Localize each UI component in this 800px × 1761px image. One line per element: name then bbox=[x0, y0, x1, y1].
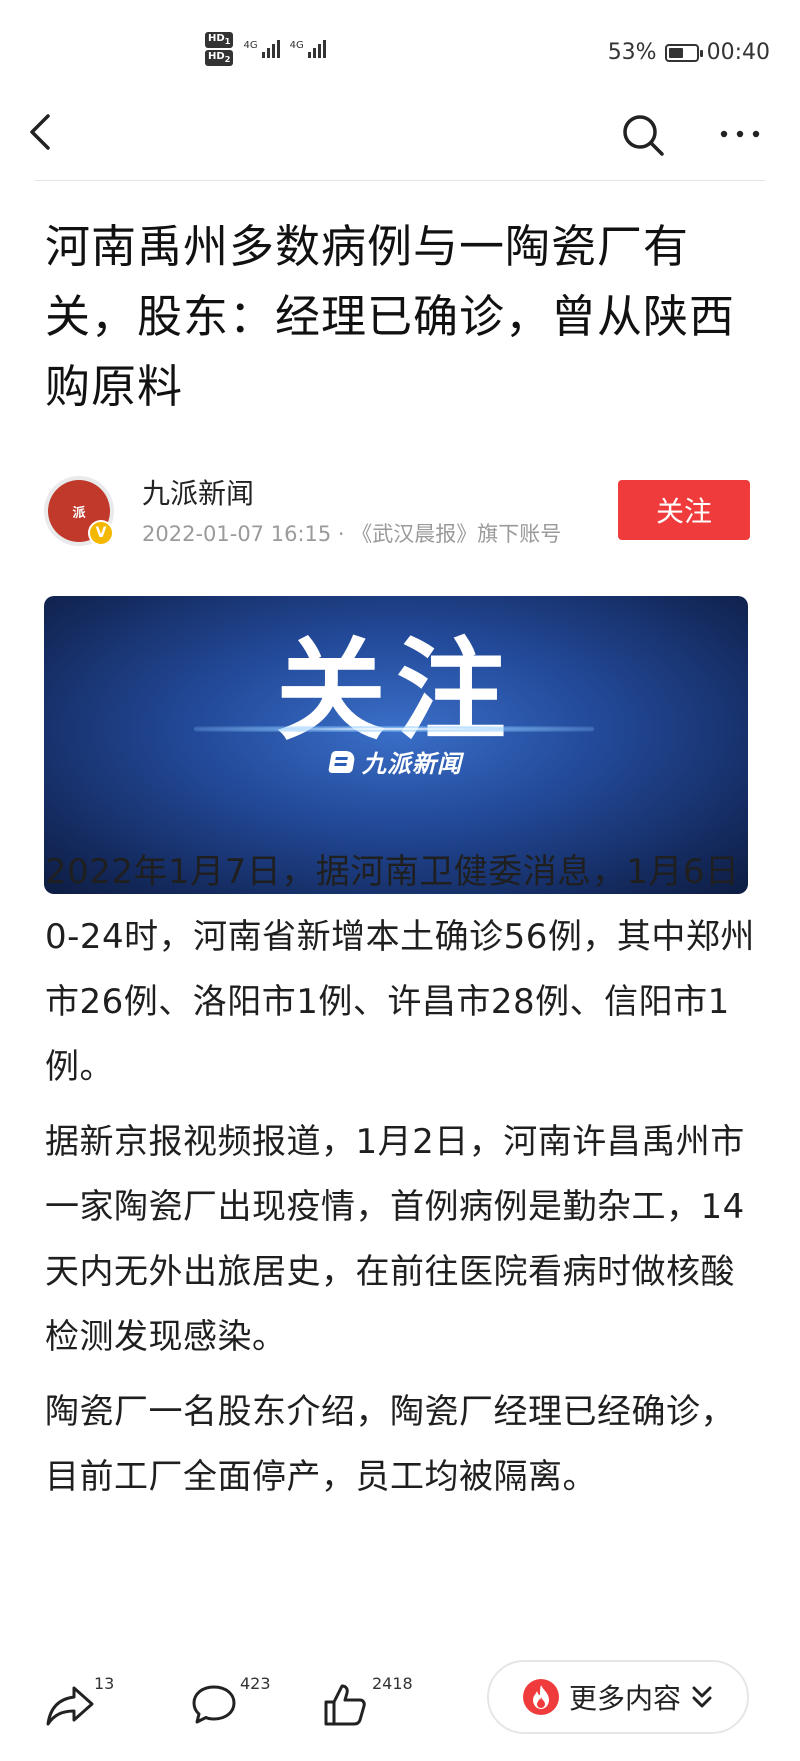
article-paragraph: 陶瓷厂一名股东介绍，陶瓷厂经理已经确诊，目前工厂全面停产，员工均被隔离。 bbox=[45, 1392, 735, 1497]
double-chevron-down-icon bbox=[692, 1686, 712, 1708]
banner-headline: 关注 bbox=[276, 627, 516, 755]
more-content-button[interactable]: 更多内容 bbox=[487, 1660, 749, 1734]
article-title: 河南禹州多数病例与一陶瓷厂有关，股东：经理已确诊，曾从陕西购原料 bbox=[45, 220, 736, 413]
sim-indicators: HD1 HD2 bbox=[205, 32, 234, 66]
like-count: 2418 bbox=[372, 1674, 413, 1693]
fire-icon bbox=[522, 1679, 559, 1715]
network-type-2: 4G bbox=[289, 40, 304, 51]
share-arrow-icon bbox=[46, 1686, 94, 1726]
verified-badge-icon: V bbox=[88, 520, 114, 546]
status-bar: HD1 HD2 4G 4G 53% 00:40 bbox=[0, 0, 800, 110]
clock: 00:40 bbox=[706, 40, 770, 65]
jiupai-logo-icon bbox=[328, 750, 356, 773]
follow-button[interactable]: 关注 bbox=[618, 480, 750, 540]
banner-glow-line bbox=[194, 726, 594, 732]
more-options-button[interactable] bbox=[715, 112, 765, 156]
signal-bars-2-icon: 4G bbox=[290, 40, 326, 58]
network-type-1: 4G bbox=[243, 40, 258, 51]
article-paragraph: 据新京报视频报道，1月2日，河南许昌禹州市一家陶瓷厂出现疫情，首例病例是勤杂工，… bbox=[45, 1122, 745, 1357]
sim1-hd-badge: HD1 bbox=[205, 32, 234, 48]
more-horizontal-icon bbox=[720, 130, 760, 138]
signal-bars-1-icon: 4G bbox=[243, 40, 280, 58]
status-right: 53% 00:40 bbox=[608, 40, 770, 65]
comment-count: 423 bbox=[240, 1674, 271, 1693]
share-count: 13 bbox=[94, 1674, 115, 1693]
nav-divider bbox=[35, 180, 765, 181]
search-icon bbox=[623, 115, 664, 156]
article-paragraph: 2022年1月7日，据河南卫健委消息，1月6日0-24时，河南省新增本土确诊56… bbox=[45, 852, 755, 1087]
battery-percent: 53% bbox=[607, 40, 657, 65]
publish-meta: 2022-01-07 16:15 · 《武汉晨报》旗下账号 bbox=[142, 522, 562, 546]
banner-logo-text: 九派新闻 bbox=[362, 750, 462, 778]
battery-icon bbox=[664, 43, 703, 62]
banner-logo: 九派新闻 bbox=[44, 744, 748, 779]
more-content-label: 更多内容 bbox=[568, 1682, 681, 1715]
chevron-left-icon bbox=[30, 114, 50, 150]
sim2-hd-badge: HD2 bbox=[205, 50, 234, 66]
signal-indicators: HD1 HD2 4G 4G bbox=[205, 32, 326, 66]
comment-button[interactable]: 423 bbox=[190, 1674, 280, 1734]
author-avatar[interactable]: 派 V bbox=[44, 476, 114, 546]
comment-bubble-icon bbox=[192, 1685, 236, 1724]
back-button[interactable] bbox=[22, 110, 66, 154]
top-nav-bar bbox=[0, 100, 800, 180]
search-button[interactable] bbox=[618, 110, 668, 160]
bottom-action-bar: 13 423 2418 更多内容 bbox=[0, 1652, 800, 1761]
like-button[interactable]: 2418 bbox=[322, 1674, 422, 1734]
author-name[interactable]: 九派新闻 bbox=[142, 472, 254, 512]
share-button[interactable]: 13 bbox=[44, 1674, 124, 1734]
thumbs-up-icon bbox=[324, 1684, 366, 1726]
